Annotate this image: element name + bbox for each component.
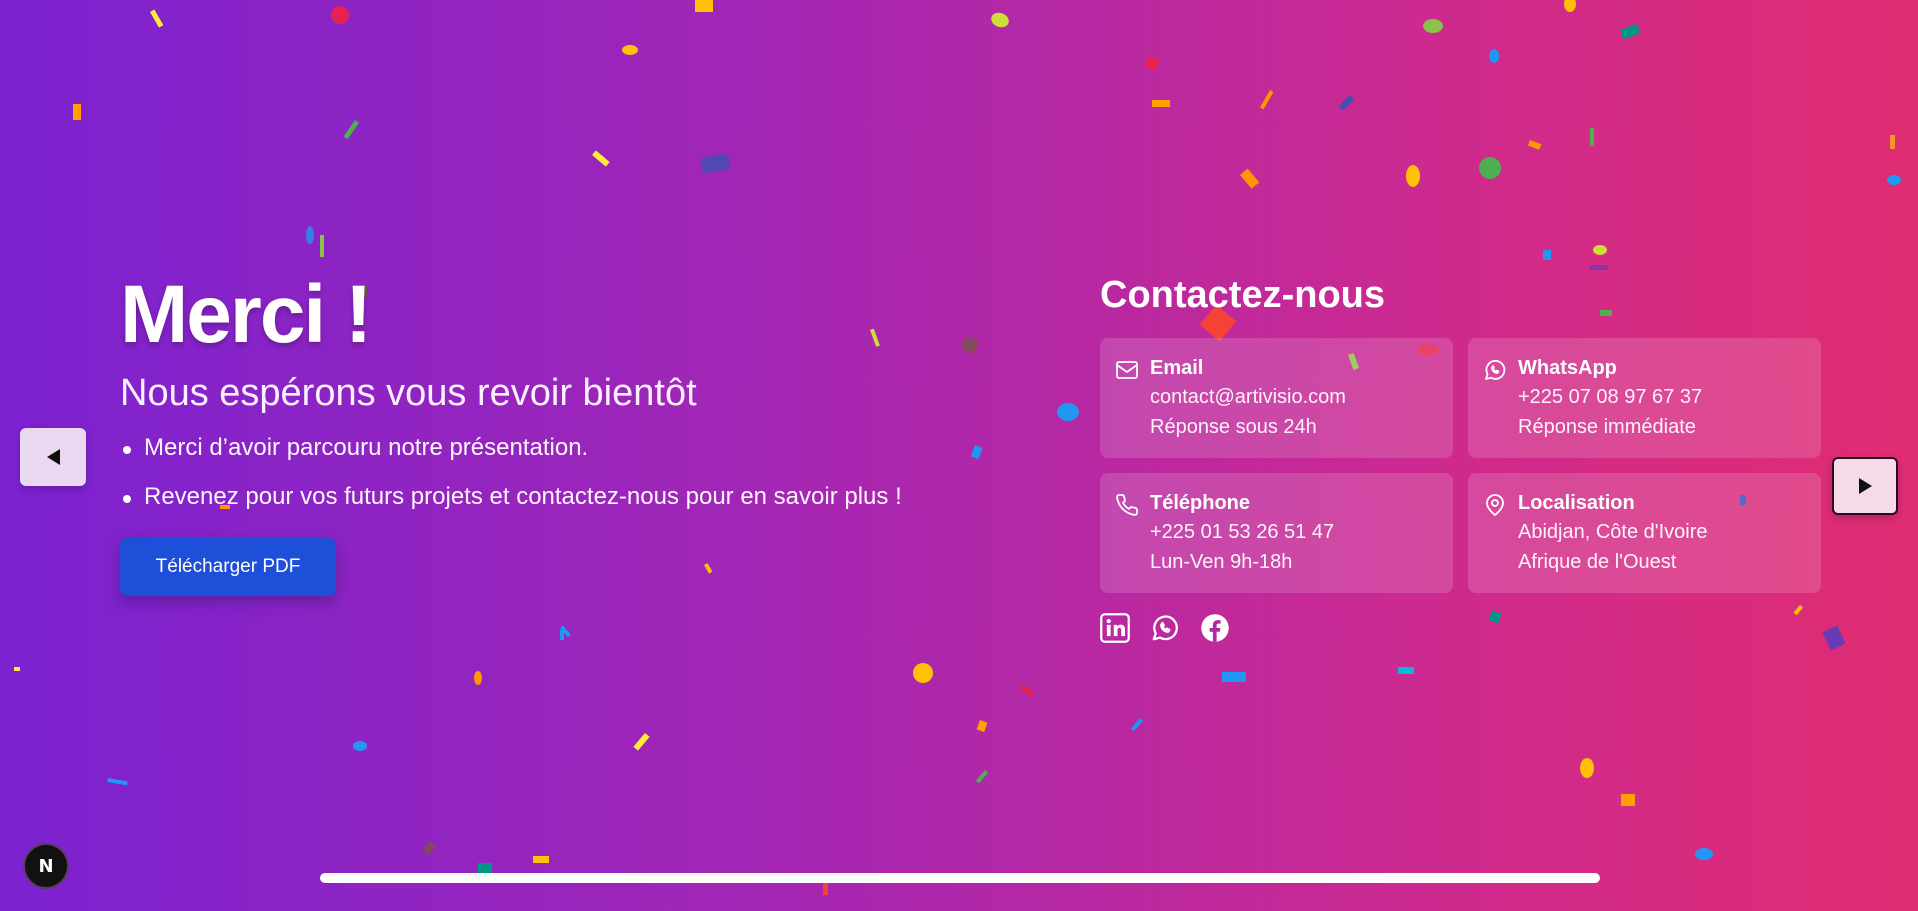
- contact-card-location[interactable]: Localisation Abidjan, Côte d'Ivoire Afri…: [1468, 473, 1821, 593]
- phone-icon: [1116, 494, 1138, 516]
- social-links: [1100, 613, 1820, 643]
- card-value: Abidjan, Côte d'Ivoire: [1518, 521, 1708, 543]
- download-pdf-button[interactable]: Télécharger PDF: [120, 538, 336, 596]
- slide-subtitle: Nous espérons vous revoir bientôt: [120, 372, 697, 414]
- bullet-item: Merci d’avoir parcouru notre présentatio…: [120, 430, 944, 465]
- nextjs-badge[interactable]: N: [23, 843, 69, 889]
- contact-title: Contactez-nous: [1100, 274, 1385, 316]
- card-note: Lun-Ven 9h-18h: [1150, 551, 1293, 573]
- contact-card-email[interactable]: Email contact@artivisio.com Réponse sous…: [1100, 338, 1453, 458]
- bullet-item: Revenez pour vos futurs projets et conta…: [120, 479, 944, 514]
- card-title: Localisation: [1518, 492, 1635, 514]
- card-value: +225 07 08 97 67 37: [1518, 386, 1703, 408]
- bullet-dot-icon: [123, 495, 131, 503]
- bullet-text: Merci d’avoir parcouru notre présentatio…: [144, 434, 589, 461]
- slide-content: Merci ! Nous espérons vous revoir bientô…: [120, 270, 940, 596]
- card-title: WhatsApp: [1518, 357, 1617, 379]
- linkedin-icon[interactable]: [1100, 613, 1130, 643]
- contact-card-phone[interactable]: Téléphone +225 01 53 26 51 47 Lun-Ven 9h…: [1100, 473, 1453, 593]
- card-note: Réponse sous 24h: [1150, 416, 1317, 438]
- card-note: Réponse immédiate: [1518, 416, 1696, 438]
- card-value: contact@artivisio.com: [1150, 386, 1346, 408]
- whatsapp-icon: [1485, 360, 1506, 380]
- card-value: +225 01 53 26 51 47: [1150, 521, 1335, 543]
- contact-section: Contactez-nous Email contact@artivisio.c…: [1100, 270, 1821, 643]
- slide-title: Merci !: [120, 269, 372, 360]
- facebook-icon[interactable]: [1200, 613, 1230, 643]
- whatsapp-icon[interactable]: [1150, 613, 1180, 643]
- contact-cards: Email contact@artivisio.com Réponse sous…: [1100, 338, 1821, 593]
- bullet-dot-icon: [123, 446, 131, 454]
- mail-icon: [1116, 361, 1138, 379]
- bullet-list: Merci d’avoir parcouru notre présentatio…: [120, 430, 940, 514]
- triangle-left-icon: [46, 449, 60, 465]
- card-note: Afrique de l'Ouest: [1518, 551, 1677, 573]
- bullet-text: Revenez pour vos futurs projets et conta…: [144, 483, 902, 510]
- slide-progress-bar[interactable]: [320, 873, 1600, 883]
- previous-slide-button[interactable]: [20, 428, 86, 486]
- next-slide-button[interactable]: [1832, 457, 1898, 515]
- triangle-right-icon: [1858, 478, 1872, 494]
- map-pin-icon: [1486, 494, 1504, 516]
- card-title: Email: [1150, 357, 1204, 379]
- contact-card-whatsapp[interactable]: WhatsApp +225 07 08 97 67 37 Réponse imm…: [1468, 338, 1821, 458]
- card-title: Téléphone: [1150, 492, 1251, 514]
